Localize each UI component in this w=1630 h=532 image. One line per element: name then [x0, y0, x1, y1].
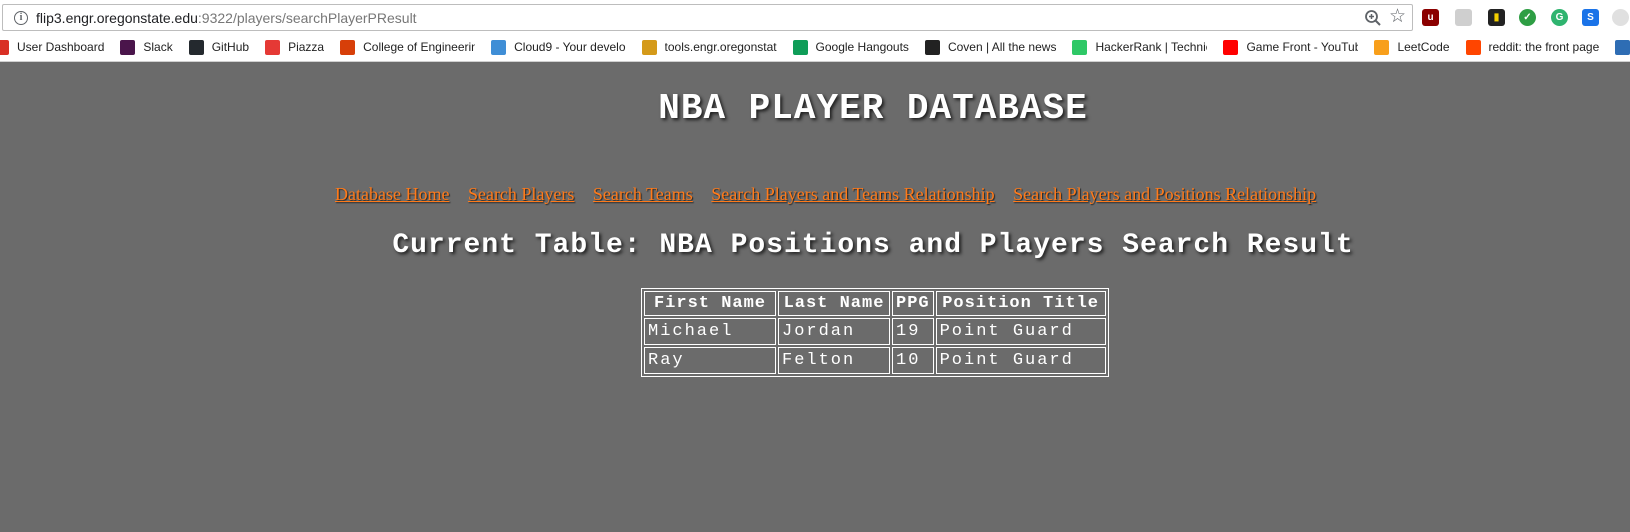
cell-first-name: Michael — [644, 318, 776, 345]
osu-coe-icon — [340, 39, 356, 55]
bookmark-label: HackerRank | Technic — [1095, 40, 1208, 54]
cell-ppg: 10 — [892, 347, 934, 374]
bookmark-item[interactable]: Game Front - YouTub — [1223, 39, 1359, 55]
grammarly-icon[interactable]: G — [1551, 9, 1568, 26]
bookmark-item[interactable]: tools.engr.oregonstat — [641, 39, 777, 55]
coven-icon — [924, 39, 940, 55]
bookmark-item[interactable]: Vim — [1615, 39, 1630, 55]
header-last-name: Last Name — [778, 291, 890, 316]
table-header-row: First Name Last Name PPG Position Title — [644, 291, 1106, 316]
bookmark-star-icon[interactable]: ☆ — [1389, 7, 1406, 27]
reddit-icon — [1465, 39, 1481, 55]
bookmark-item[interactable]: College of Engineerin — [340, 39, 476, 55]
bookmark-item[interactable]: LeetCode — [1374, 39, 1450, 55]
hangouts-icon — [792, 39, 808, 55]
zoom-icon[interactable] — [1364, 9, 1382, 27]
bookmark-item[interactable]: GitHub — [188, 39, 250, 55]
url-text[interactable]: flip3.engr.oregonstate.edu:9322/players/… — [36, 10, 417, 26]
ublock-icon[interactable]: u — [1422, 9, 1439, 26]
info-icon[interactable]: i — [14, 10, 28, 25]
skype-icon[interactable]: S — [1582, 9, 1599, 26]
cell-last-name: Jordan — [778, 318, 890, 345]
leetcode-icon — [1374, 39, 1390, 55]
extension-icon[interactable] — [1455, 9, 1472, 26]
bookmark-label: GitHub — [211, 40, 250, 54]
cell-ppg: 19 — [892, 318, 934, 345]
bookmark-label: Coven | All the news — [947, 40, 1057, 54]
cell-first-name: Ray — [644, 347, 776, 374]
vim-icon — [1615, 39, 1630, 55]
bookmark-item[interactable]: Cloud9 - Your develo — [491, 39, 626, 55]
header-ppg: PPG — [892, 291, 934, 316]
browser-chrome: i flip3.engr.oregonstate.edu:9322/player… — [0, 0, 1630, 62]
bookmark-item[interactable]: HackerRank | Technic — [1072, 39, 1208, 55]
bookmark-item[interactable]: Google Hangouts — [792, 39, 909, 55]
menu-dots-icon[interactable] — [1612, 9, 1629, 26]
section-title: Current Table: NBA Positions and Players… — [392, 230, 1354, 261]
cloud9-icon — [491, 39, 507, 55]
cell-position-title: Point Guard — [935, 318, 1106, 345]
hackerrank-icon — [1072, 39, 1088, 55]
bookmark-label: reddit: the front page — [1488, 40, 1600, 54]
check-icon[interactable]: ✓ — [1519, 9, 1536, 26]
cell-last-name: Felton — [778, 347, 890, 374]
bookmark-item[interactable]: Coven | All the news — [924, 39, 1057, 55]
bookmark-label: Slack — [143, 40, 173, 54]
results-table: First Name Last Name PPG Position Title … — [641, 288, 1109, 377]
header-position-title: Position Title — [935, 291, 1106, 316]
bookmark-item[interactable]: User Dashboard — [0, 39, 105, 55]
table-row: Michael Jordan 19 Point Guard — [644, 318, 1106, 345]
table-row: Ray Felton 10 Point Guard — [644, 347, 1106, 374]
tools-icon — [641, 39, 657, 55]
github-icon — [188, 39, 204, 55]
bookmarks-bar: User Dashboard Slack GitHub Piazza College o… — [0, 36, 1630, 58]
nav-search-players[interactable]: Search Players — [468, 184, 574, 204]
bookmark-label: User Dashboard — [17, 40, 105, 54]
nav-database-home[interactable]: Database Home — [335, 184, 449, 204]
bookmark-item[interactable]: Piazza — [265, 39, 325, 55]
bookmark-label: Piazza — [288, 40, 325, 54]
header-first-name: First Name — [644, 291, 776, 316]
nav-search-players-teams[interactable]: Search Players and Teams Relationship — [711, 184, 994, 204]
bookmark-label: Cloud9 - Your develo — [514, 40, 626, 54]
keep-icon[interactable]: ▮ — [1488, 9, 1505, 26]
cell-position-title: Point Guard — [935, 347, 1106, 374]
piazza-icon — [265, 39, 281, 55]
bookmark-label: College of Engineerin — [363, 40, 476, 54]
main-nav: Database Home Search Players Search Team… — [335, 184, 1330, 205]
bookmark-label: tools.engr.oregonstat — [664, 40, 777, 54]
nav-search-teams[interactable]: Search Teams — [593, 184, 693, 204]
address-bar[interactable]: i flip3.engr.oregonstate.edu:9322/player… — [2, 4, 1413, 31]
bookmark-item[interactable]: Slack — [120, 39, 173, 55]
dashboard-icon — [0, 39, 9, 55]
url-host: flip3.engr.oregonstate.edu — [36, 9, 198, 26]
nav-search-players-positions[interactable]: Search Players and Positions Relationshi… — [1013, 184, 1316, 204]
bookmark-item[interactable]: reddit: the front page — [1465, 39, 1600, 55]
page-title: NBA PLAYER DATABASE — [658, 88, 1088, 129]
slack-icon — [120, 39, 136, 55]
bookmark-label: LeetCode — [1397, 40, 1450, 54]
bookmark-label: Game Front - YouTub — [1246, 40, 1359, 54]
url-path: :9322/players/searchPlayerPResult — [197, 9, 417, 26]
youtube-icon — [1223, 39, 1239, 55]
bookmark-label: Google Hangouts — [815, 40, 909, 54]
